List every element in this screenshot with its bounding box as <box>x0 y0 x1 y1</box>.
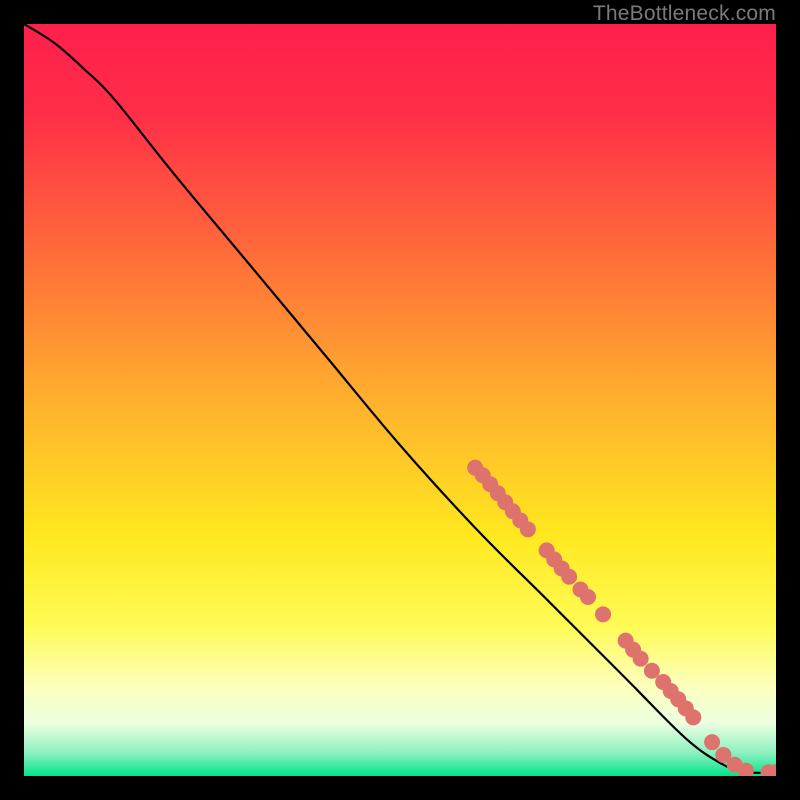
chart-plot <box>24 24 776 776</box>
chart-marker <box>595 606 611 622</box>
watermark-label: TheBottleneck.com <box>593 2 776 26</box>
chart-background <box>24 24 776 776</box>
chart-frame <box>24 24 776 776</box>
chart-marker <box>704 734 720 750</box>
chart-marker <box>644 663 660 679</box>
chart-marker <box>633 651 649 667</box>
chart-marker <box>561 569 577 585</box>
chart-marker <box>685 709 701 725</box>
chart-marker <box>580 589 596 605</box>
chart-marker <box>520 521 536 537</box>
